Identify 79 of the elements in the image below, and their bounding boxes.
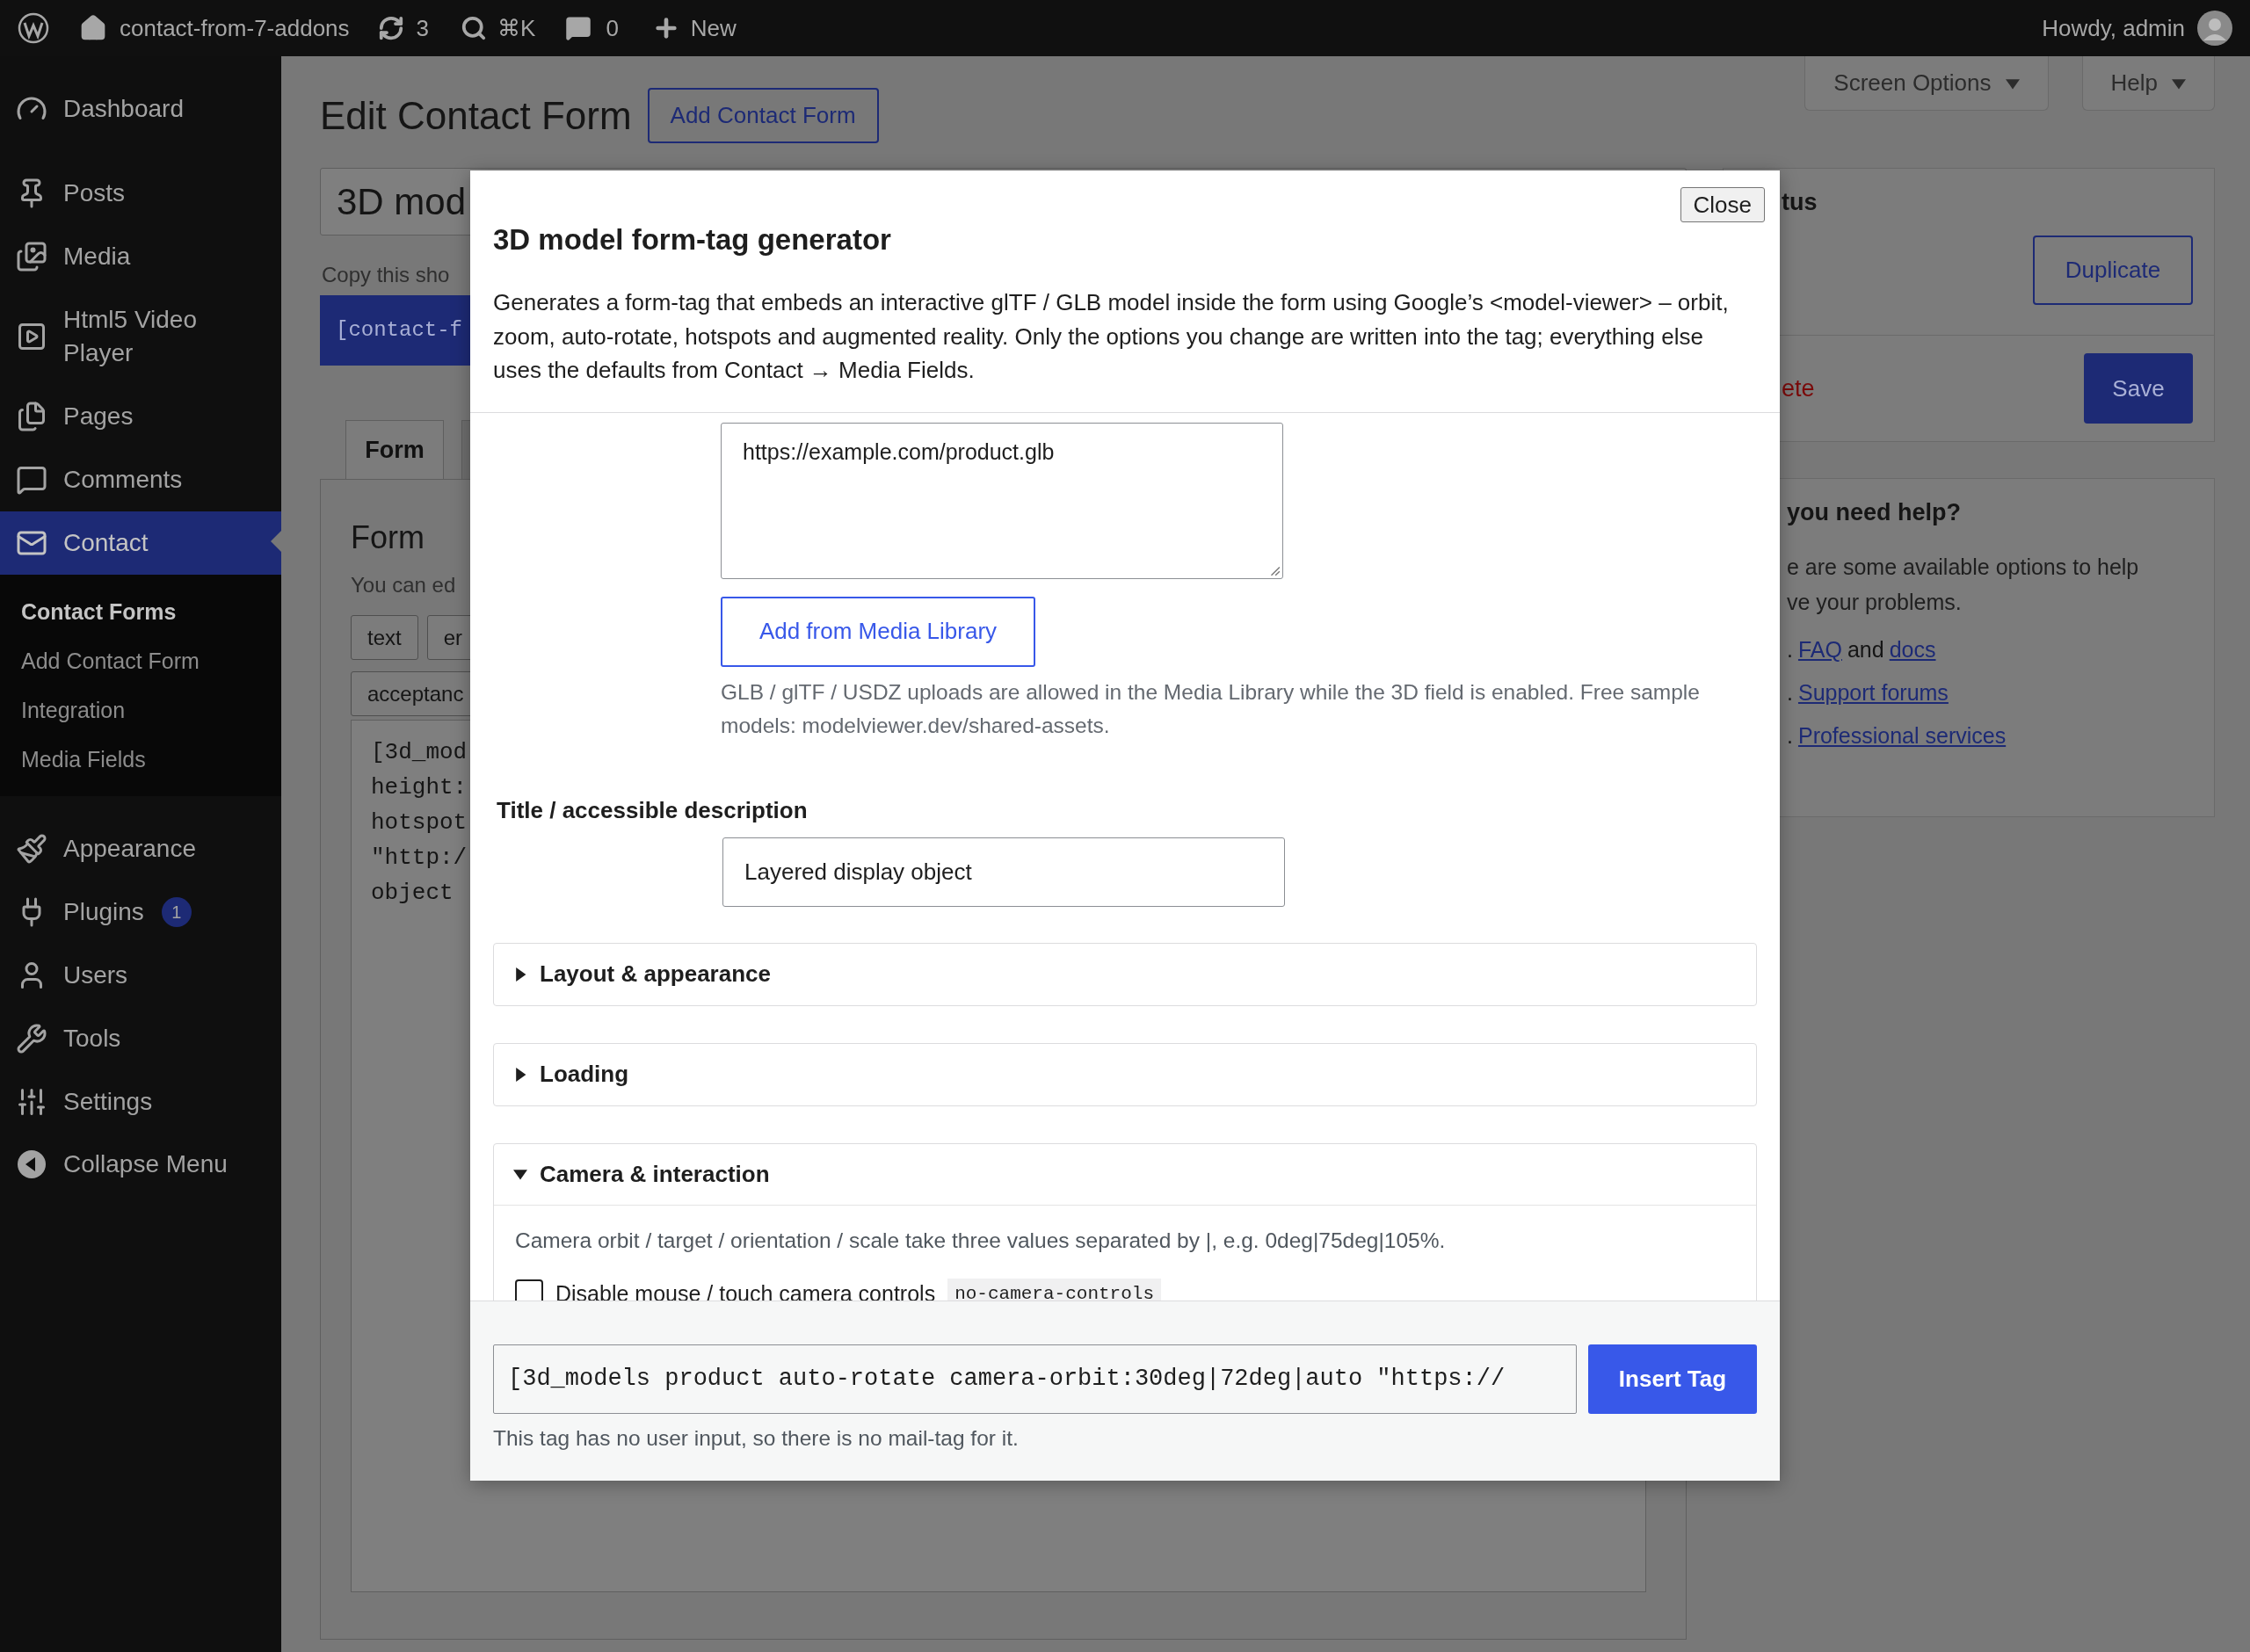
submenu-item[interactable]: Media Fields xyxy=(0,735,281,784)
wrench-icon xyxy=(16,1023,47,1054)
logo-icon[interactable] xyxy=(18,12,49,44)
sidebar-item[interactable]: Posts xyxy=(0,162,281,225)
dialog-description: Generates a form-tag that embeds an interactive glTF / GLB model inside the form using Google’s <model-viewer> – orbit, zoom, auto-rotate, hotspots and augmented reality. Only the options you change are written into the tag; everything else uses the defaults from Contact → Media Fields. xyxy=(493,288,1730,385)
help-text: e are some available options to help xyxy=(1787,554,2140,581)
model-url-field[interactable]: https://example.com/product.glb xyxy=(721,422,1283,579)
updates-link[interactable]: 3 xyxy=(377,11,430,46)
play-icon xyxy=(16,321,47,352)
comments-link[interactable]: 0 xyxy=(565,11,619,46)
sidebar-item[interactable]: Dashboard xyxy=(0,77,281,141)
field-label: Title / accessible description xyxy=(496,795,809,825)
submenu-item[interactable]: Contact Forms xyxy=(0,587,281,636)
sidebar-item[interactable]: Pages xyxy=(0,385,281,448)
left-arrow-circle-icon xyxy=(16,1148,47,1180)
field-hint: GLB / glTF / USDZ uploads are allowed in the Media Library while the 3D field is enabled. Free sample models: modelviewer.dev/shared-assets. xyxy=(721,678,1701,739)
dialog-title: 3D model form-tag generator xyxy=(493,222,892,257)
sidebar-item[interactable]: Contact xyxy=(0,511,281,575)
submenu-item[interactable]: Add Contact Form xyxy=(0,636,281,685)
sidebar-item[interactable]: Users xyxy=(0,944,281,1007)
help-text: ve your problems. xyxy=(1787,589,1963,616)
panel-heading: Form xyxy=(351,518,425,557)
tab[interactable]: Form xyxy=(345,420,444,479)
pages-icon xyxy=(16,401,47,432)
attribute-code: no-camera-controls xyxy=(947,1278,1161,1301)
sidebar-item[interactable]: Comments xyxy=(0,448,281,511)
section-header[interactable]: Camera & interaction xyxy=(494,1143,1756,1206)
checkbox-label: Disable mouse / touch camera controls xyxy=(555,1279,936,1301)
avatar-icon xyxy=(2197,11,2232,46)
sliders-icon xyxy=(16,1086,47,1118)
search-icon xyxy=(461,15,488,41)
speech-bubble-icon xyxy=(16,464,47,496)
box-heading: you need help? xyxy=(1787,498,1963,527)
code-line: hotspot xyxy=(371,808,468,837)
help-text: and xyxy=(1847,636,1884,663)
caret-icon xyxy=(513,967,527,982)
sidebar-item[interactable]: Settings xyxy=(0,1070,281,1134)
insert-tag-button[interactable]: Insert Tag xyxy=(1588,1344,1757,1414)
code-line: height: xyxy=(371,773,468,802)
tag-code-field[interactable]: [3d_models product auto-rotate camera-orbit:30deg|72deg|auto "https:// xyxy=(493,1344,1577,1414)
list-marker: . xyxy=(1787,679,1793,706)
search-link[interactable]: ⌘K xyxy=(461,11,536,46)
shortcode-hint: Copy this sho xyxy=(321,262,451,288)
close-button[interactable]: Close xyxy=(1680,187,1765,222)
count-badge: 1 xyxy=(161,897,192,927)
refresh-icon xyxy=(377,15,404,41)
code-line: "http:/ xyxy=(371,844,468,873)
mail-tag-note: This tag has no user input, so there is no mail-tag for it. xyxy=(493,1425,1020,1452)
title-field[interactable]: Layered display object xyxy=(722,837,1285,907)
collapse-menu-button[interactable]: Collapse Menu xyxy=(0,1134,281,1195)
section-header[interactable]: Layout & appearance xyxy=(494,943,1756,1005)
sidebar-item[interactable]: Tools xyxy=(0,1007,281,1070)
paintbrush-icon xyxy=(16,833,47,865)
page-title: Edit Contact Form xyxy=(320,92,632,139)
add-from-media-library-button[interactable]: Add from Media Library xyxy=(721,596,1035,667)
site-link[interactable]: contact-from-7-addons xyxy=(79,11,350,46)
code-line: object xyxy=(371,879,454,908)
caret-icon xyxy=(513,1067,527,1082)
tag-button[interactable]: text xyxy=(351,615,418,660)
sidebar-item[interactable]: Html5 Video Player xyxy=(0,288,281,385)
list-marker: . xyxy=(1787,722,1793,750)
current-pointer-icon xyxy=(271,531,281,552)
save-button[interactable]: Save xyxy=(2084,353,2193,424)
caret-icon xyxy=(513,1167,527,1181)
sidebar-item[interactable]: Appearance xyxy=(0,817,281,880)
checkbox[interactable] xyxy=(515,1279,543,1301)
account-link[interactable]: Howdy, admin xyxy=(2042,11,2232,46)
speech-bubble-icon xyxy=(565,15,592,41)
images-icon xyxy=(16,241,47,272)
home-icon xyxy=(79,14,107,42)
sidebar-item[interactable]: Plugins 1 xyxy=(0,880,281,944)
panel-hint: You can ed xyxy=(351,572,456,598)
section-hint: Camera orbit / target / orientation / scale take three values separated by |, e.g. 0deg|75deg|105%. xyxy=(515,1227,1447,1254)
new-link[interactable]: New xyxy=(651,11,737,46)
list-marker: . xyxy=(1787,636,1793,663)
submenu-item[interactable]: Integration xyxy=(0,685,281,735)
sidebar-item[interactable]: Media xyxy=(0,225,281,288)
section-header[interactable]: Loading xyxy=(494,1043,1756,1105)
code-line: [3d_mod xyxy=(371,738,468,767)
